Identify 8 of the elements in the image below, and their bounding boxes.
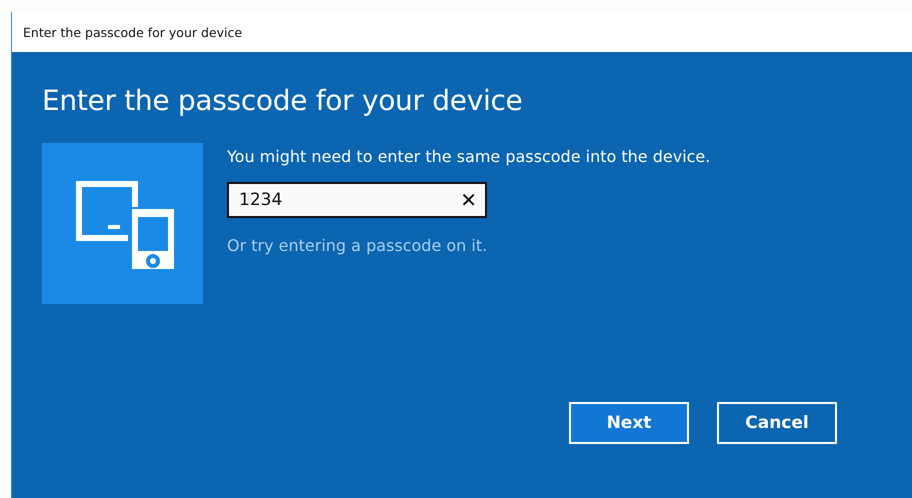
dialog-heading: Enter the passcode for your device [42, 84, 524, 117]
hint-text: Or try entering a passcode on it. [227, 236, 488, 255]
instruction-text: You might need to enter the same passcode into the device. [227, 147, 710, 166]
window-title: Enter the passcode for your device [23, 24, 242, 40]
next-button[interactable]: Next [569, 402, 689, 444]
cancel-button[interactable]: Cancel [717, 402, 837, 444]
passcode-field[interactable]: 1234 ✕ [227, 182, 487, 218]
clear-button[interactable]: ✕ [452, 188, 485, 212]
